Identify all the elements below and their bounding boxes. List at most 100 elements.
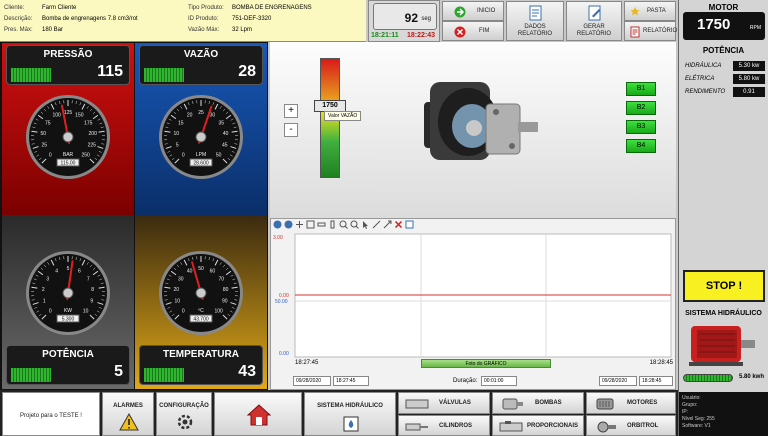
user-info: Usuário: Grupo: IP: Nível Seg: 255 Softw…	[682, 395, 715, 430]
fim-button[interactable]: FIM	[442, 21, 504, 41]
gauge-tick-label: 80	[223, 287, 229, 293]
arrow-tool-icon[interactable]	[383, 220, 392, 229]
b2-button[interactable]: B2	[626, 101, 656, 115]
gauge-tick-label: 3	[46, 276, 49, 282]
temperatura-footer: TEMPERATURA 43	[139, 345, 263, 385]
gerar-relatorio-button[interactable]: GERAR RELATÓRIO	[566, 1, 622, 41]
configuracao-button[interactable]: CONFIGURAÇÃO	[156, 392, 212, 436]
inicio-button[interactable]: INICIO	[442, 1, 504, 21]
pressao-header: PRESSÃO 115	[6, 45, 130, 85]
gauge-tick-label: 40	[187, 269, 193, 275]
gauge-tick-label: 50	[41, 131, 47, 137]
duracao-field[interactable]: 00:01:00	[481, 376, 517, 386]
end-date-field[interactable]: 09/28/2020	[599, 376, 637, 386]
descricao-label: Descrição:	[4, 16, 33, 22]
b1-button[interactable]: B1	[626, 82, 656, 96]
cylinder-icon	[405, 423, 428, 431]
projeto-text: Projeto para o TESTE !	[20, 413, 82, 419]
valvulas-button[interactable]: VÁLVULAS	[398, 392, 490, 414]
end-time-field[interactable]: 18:28:45	[639, 376, 673, 386]
relatorio-button[interactable]: RELATÓRIO	[624, 21, 677, 41]
info-icon[interactable]	[273, 220, 282, 229]
inicio-label: INICIO	[477, 8, 496, 14]
start-date-field[interactable]: 09/28/2020	[293, 376, 331, 386]
settings-icon[interactable]	[405, 220, 414, 229]
potencia-value: 5	[114, 363, 123, 380]
slider-tooltip: Valor VAZÃO	[324, 111, 362, 121]
dados-relatorio-button[interactable]: DADOS RELATÓRIO	[506, 1, 564, 41]
line-tool-icon[interactable]	[372, 220, 381, 229]
pressao-level-bar	[11, 68, 51, 82]
gauge-tick-label: 125	[64, 110, 73, 116]
hidraulica-label: HIDRÁULICA	[685, 63, 722, 69]
projeto-label: Projeto para o TESTE !	[2, 392, 100, 436]
help-icon[interactable]	[284, 220, 293, 229]
decrease-button[interactable]: -	[284, 123, 298, 137]
pressao-max-label: Pres. Máx:	[4, 27, 33, 33]
gauge-tick-label: 40	[223, 131, 229, 137]
sistema-hidraulico-label: SISTEMA HIDRÁULICO	[317, 403, 383, 409]
gauge-tick-label: 50	[216, 153, 222, 159]
zoom-out-icon[interactable]	[350, 220, 359, 229]
start-time-field[interactable]: 18:27:45	[333, 376, 369, 386]
zoom-x-icon[interactable]	[317, 220, 326, 229]
gauge-unit: BAR	[63, 152, 74, 158]
bombas-button[interactable]: BOMBAS	[492, 392, 584, 414]
gauge-tick-label: 30	[210, 113, 216, 119]
gauge-unit: KW	[64, 308, 72, 314]
vazao-level-bar	[144, 68, 184, 82]
vazao-title: VAZÃO	[183, 49, 219, 60]
end-time: 18:22:43	[407, 32, 436, 39]
nivel-seg-line: Nível Seg: 255	[682, 416, 715, 422]
play-icon	[454, 6, 466, 18]
motores-button[interactable]: MOTORES	[586, 392, 676, 414]
usuario-line: Usuário:	[682, 395, 701, 401]
cilindros-button[interactable]: CILINDROS	[398, 415, 490, 436]
product-view: + - 1750 Valor VAZÃO B1 B2 B3 B4	[270, 42, 676, 218]
report-icon	[630, 26, 640, 38]
b3-button[interactable]: B3	[626, 120, 656, 134]
gauge-unit: LPM	[196, 152, 206, 158]
gauge-hub	[195, 131, 207, 143]
proporcionais-label: PROPORCIONAIS	[527, 423, 579, 429]
software-line: Software: V1	[682, 423, 711, 429]
gauge-unit: ºC	[198, 308, 204, 314]
cursor-icon[interactable]	[361, 220, 370, 229]
ip-line: IP:	[682, 409, 689, 415]
pan-icon[interactable]	[295, 220, 304, 229]
proporcionais-button[interactable]: PROPORCIONAIS	[492, 415, 584, 436]
gauge-tick-label: 10	[174, 131, 180, 137]
gauge-tick-label: 250	[82, 153, 91, 159]
increase-button[interactable]: +	[284, 104, 298, 118]
start-time: 18:21:11	[371, 32, 399, 39]
hidraulica-value: 5.30 kw	[733, 61, 765, 71]
zoom-in-icon[interactable]	[339, 220, 348, 229]
b4-button[interactable]: B4	[626, 139, 656, 153]
gauge-tick-label: 0	[182, 309, 185, 315]
sistema-hidraulico-button[interactable]: SISTEMA HIDRÁULICO	[304, 392, 396, 436]
potencia-gauge: 01 234 5 678 910 KW 5.300	[26, 251, 110, 335]
gauge-tick-label: 225	[88, 143, 97, 149]
eletrica-value: 5.80 kw	[733, 74, 765, 84]
pasta-button[interactable]: PASTA	[624, 1, 676, 21]
motor-icon	[596, 398, 614, 410]
gauge-tick-label: 0	[49, 309, 52, 315]
foto-grafico-button[interactable]: Foto do GRÁFICO	[421, 359, 551, 368]
energia-value: 5.80 kwh	[739, 374, 765, 380]
gauge-tick-label: 60	[210, 269, 216, 275]
orbitrol-icon	[597, 421, 616, 433]
tipo-produto-value: BOMBA DE ENGRENAGENS	[232, 5, 312, 11]
orbitrol-button[interactable]: ORBITROL	[586, 415, 676, 436]
pump-icon	[502, 398, 523, 410]
home-button[interactable]	[214, 392, 302, 436]
gauge-tick-label: 2	[42, 287, 45, 293]
y-top-label: 3.00	[273, 235, 283, 241]
stop-button[interactable]: STOP !	[683, 270, 765, 302]
gauge-tick-label: 5	[176, 143, 179, 149]
zoom-box-icon[interactable]	[306, 220, 315, 229]
alarmes-button[interactable]: ALARMES	[102, 392, 154, 436]
gauge-tick-label: 0	[182, 153, 185, 159]
zoom-y-icon[interactable]	[328, 220, 337, 229]
grupo-line: Grupo:	[682, 402, 698, 408]
clear-icon[interactable]	[394, 220, 403, 229]
